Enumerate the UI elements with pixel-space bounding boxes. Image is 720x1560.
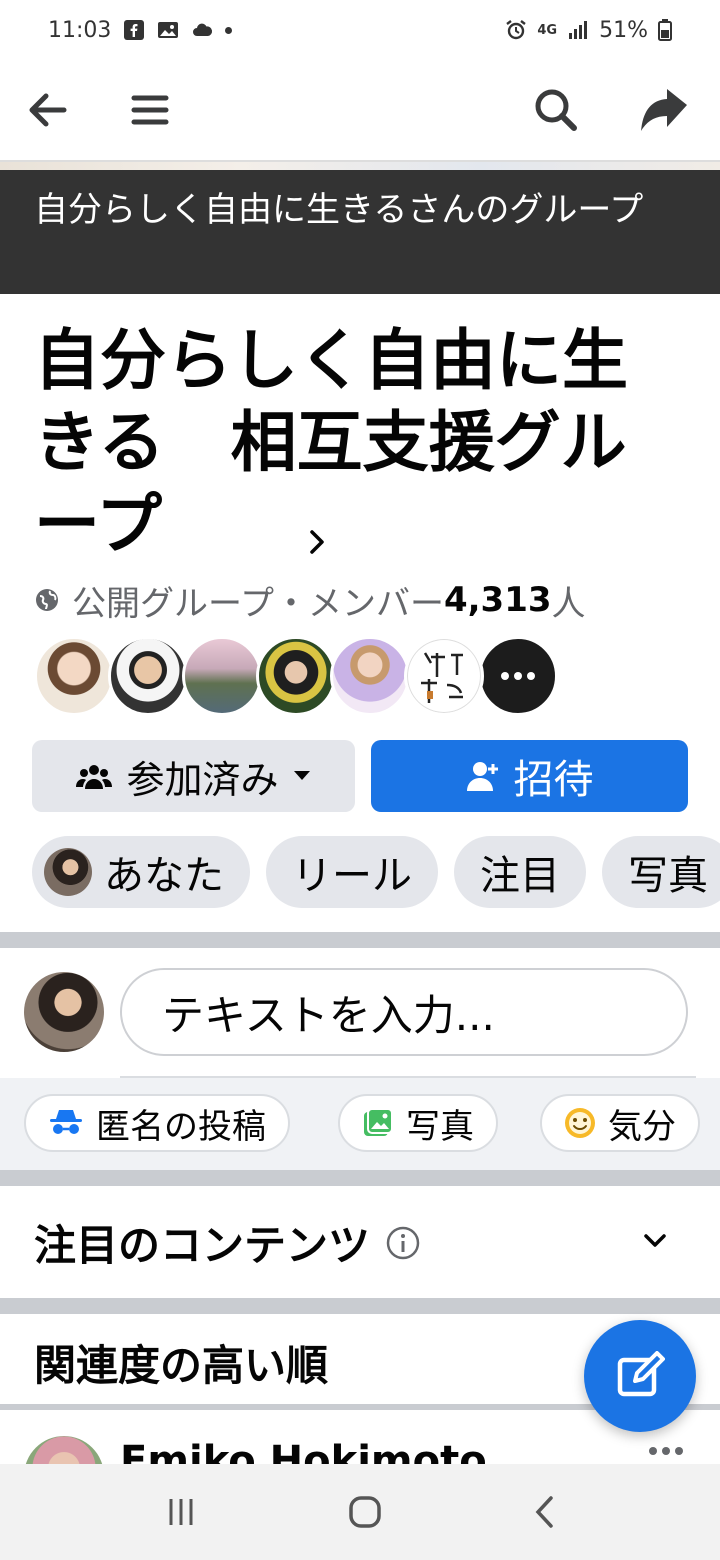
group-owner-banner: 自分らしく自由に生きるさんのグループ (0, 170, 720, 294)
back-button[interactable] (20, 82, 76, 138)
member-unit: 人 (551, 583, 586, 624)
hamburger-icon (131, 95, 169, 125)
member-avatar[interactable] (256, 636, 336, 716)
chevron-down-icon[interactable] (640, 1226, 670, 1256)
anonymous-post-button[interactable]: 匿名の投稿 (24, 1094, 290, 1152)
post-author-avatar[interactable] (24, 1436, 104, 1464)
cloud-notification-icon (193, 23, 213, 36)
status-bar: 11:03 4G 51% (0, 0, 720, 60)
invite-button[interactable]: 招待 (371, 740, 688, 812)
tab-photos[interactable]: 写真 (602, 836, 720, 908)
action-label: 匿名の投稿 (96, 1106, 266, 1147)
caret-down-icon (293, 771, 310, 780)
member-count: 4,313 (443, 580, 552, 620)
action-label: 写真 (406, 1106, 474, 1147)
status-time: 11:03 (48, 17, 112, 43)
post-options-icon[interactable] (648, 1446, 684, 1456)
compose-fab[interactable] (584, 1320, 696, 1432)
chevron-right-icon[interactable] (300, 524, 336, 560)
photo-icon (364, 1108, 393, 1136)
anonymous-icon (50, 1110, 82, 1134)
you-avatar (44, 848, 92, 896)
signal-icon (569, 21, 588, 39)
composer-avatar[interactable] (24, 972, 104, 1052)
system-back-icon[interactable] (533, 1495, 555, 1529)
tab-reels[interactable]: リール (266, 836, 438, 908)
member-avatar[interactable] (330, 636, 410, 716)
joined-button[interactable]: 参加済み (32, 740, 355, 812)
group-privacy: 公開グループ・メンバー (72, 583, 444, 624)
tab-featured[interactable]: 注目 (454, 836, 586, 908)
joined-label: 参加済み (126, 757, 279, 802)
composer-input[interactable]: テキストを入力... (120, 968, 688, 1056)
group-tabs: あなた リール 注目 写真 (32, 836, 720, 908)
edit-icon (617, 1351, 665, 1397)
member-avatar-calligraphy (421, 652, 463, 703)
top-nav (0, 60, 720, 160)
dot-icon (225, 26, 233, 34)
section-divider (0, 1298, 720, 1314)
menu-button[interactable] (122, 82, 178, 138)
network-type: 4G (537, 22, 558, 38)
action-label: 気分 (608, 1106, 676, 1147)
members-icon (76, 765, 113, 789)
group-action-buttons: 参加済み 招待 (32, 740, 688, 812)
photo-post-button[interactable]: 写真 (338, 1094, 498, 1152)
tab-label: リール (292, 853, 412, 899)
alarm-icon (506, 20, 527, 40)
feeling-post-button[interactable]: 気分 (540, 1094, 700, 1152)
sort-header[interactable]: 関連度の高い順 (34, 1332, 328, 1393)
add-person-icon (466, 762, 498, 791)
gallery-notification-icon (158, 22, 179, 38)
search-button[interactable] (528, 82, 584, 138)
member-avatar[interactable] (34, 636, 114, 716)
member-avatar[interactable] (108, 636, 188, 716)
tab-label: 注目 (480, 853, 560, 899)
featured-title: 注目のコンテンツ (34, 1221, 371, 1270)
recent-apps-icon[interactable] (165, 1496, 197, 1528)
feeling-icon (565, 1108, 595, 1138)
globe-icon (36, 589, 58, 611)
group-meta[interactable]: 公開グループ・メンバー 4,313 人 (34, 578, 586, 624)
search-icon (535, 89, 577, 131)
member-avatar[interactable] (404, 636, 484, 716)
more-members-button[interactable] (478, 636, 558, 716)
share-icon (641, 89, 687, 131)
section-divider (0, 932, 720, 948)
sort-title: 関連度の高い順 (34, 1341, 329, 1390)
tab-label: 写真 (628, 853, 708, 899)
tab-label: あなた (104, 853, 224, 899)
more-dots-icon (501, 672, 535, 680)
member-avatars[interactable] (34, 636, 558, 716)
tab-you[interactable]: あなた (32, 836, 250, 908)
battery-icon (658, 19, 672, 41)
home-icon[interactable] (348, 1495, 382, 1529)
invite-label: 招待 (513, 757, 594, 803)
info-icon[interactable] (386, 1226, 420, 1260)
battery-level: 51% (599, 17, 648, 43)
member-avatar[interactable] (182, 636, 262, 716)
post-author-name[interactable]: Emiko Hokimoto (120, 1438, 487, 1464)
share-button[interactable] (636, 82, 692, 138)
section-divider (0, 1170, 720, 1186)
back-arrow-icon (29, 93, 67, 127)
group-title[interactable]: 自分らしく自由に生きる 相互支援グループ (34, 320, 674, 566)
facebook-notification-icon (124, 20, 145, 40)
system-nav-bar (0, 1464, 720, 1560)
featured-content-header[interactable]: 注目のコンテンツ (34, 1212, 420, 1273)
